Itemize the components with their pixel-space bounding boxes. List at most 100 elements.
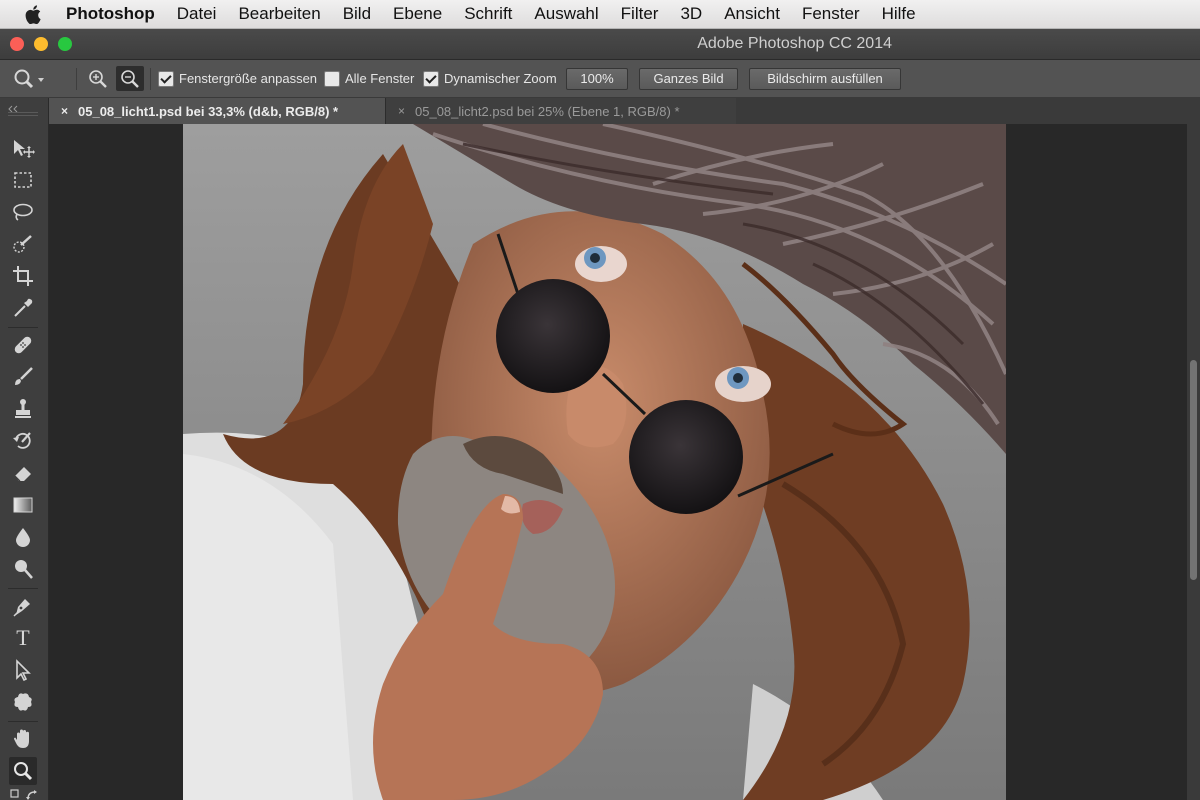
gradient-icon [13, 497, 33, 513]
tab-licht1[interactable]: × 05_08_licht1.psd bei 33,3% (d&b, RGB/8… [49, 98, 385, 124]
tool-crop[interactable] [9, 262, 37, 290]
checkmark-icon [160, 71, 172, 84]
scrubby-zoom-checkbox[interactable]: Dynamischer Zoom [423, 60, 557, 97]
clone-stamp-icon [15, 399, 31, 418]
menu-bearbeiten[interactable]: Bearbeiten [227, 0, 331, 28]
zoom-window-button[interactable] [58, 37, 72, 51]
healing-brush-icon [14, 336, 32, 354]
tool-gradient[interactable] [9, 491, 37, 519]
tool-marquee[interactable] [9, 166, 37, 194]
blur-icon [16, 528, 30, 547]
tool-hand[interactable] [9, 725, 37, 753]
fit-window-checkbox[interactable]: Fenstergröße anpassen [158, 60, 317, 97]
history-brush-icon [13, 432, 31, 449]
type-icon: T [16, 625, 30, 650]
tool-group-divider [8, 721, 38, 722]
zoom-in-icon [89, 69, 107, 88]
default-colors-swap[interactable] [10, 788, 40, 800]
tool-dodge[interactable] [9, 555, 37, 583]
move-icon [14, 140, 35, 158]
checkmark-icon [425, 71, 437, 84]
all-windows-checkbox[interactable]: Alle Fenster [324, 60, 414, 97]
zoom-in-button[interactable] [87, 60, 109, 97]
tool-brush[interactable] [9, 363, 37, 391]
tools-panel: T [0, 98, 49, 800]
hand-icon [14, 729, 29, 748]
custom-shape-icon [14, 693, 32, 711]
tool-path-selection[interactable] [9, 656, 37, 684]
tool-group-divider [8, 327, 38, 328]
tab-label: 05_08_licht1.psd bei 33,3% (d&b, RGB/8) … [78, 103, 339, 119]
tab-label: 05_08_licht2.psd bei 25% (Ebene 1, RGB/8… [415, 103, 680, 119]
crop-icon [13, 266, 33, 286]
fit-screen-button[interactable]: Ganzes Bild [639, 67, 738, 90]
tool-eyedropper[interactable] [9, 294, 37, 322]
separator [150, 68, 151, 90]
vertical-scrollbar[interactable] [1187, 124, 1200, 800]
zoom-out-button[interactable] [116, 66, 144, 91]
menu-auswahl[interactable]: Auswahl [523, 0, 609, 28]
tool-pen[interactable] [9, 592, 37, 620]
tool-move[interactable] [9, 134, 37, 162]
portrait-photo-image [183, 124, 1006, 800]
menu-fenster[interactable]: Fenster [791, 0, 871, 28]
tab-licht2[interactable]: × 05_08_licht2.psd bei 25% (Ebene 1, RGB… [385, 98, 736, 124]
menu-datei[interactable]: Datei [166, 0, 228, 28]
tool-history-brush[interactable] [9, 427, 37, 455]
menu-ansicht[interactable]: Ansicht [713, 0, 791, 28]
tool-clone-stamp[interactable] [9, 395, 37, 423]
menu-bild[interactable]: Bild [332, 0, 382, 28]
canvas-photo[interactable] [183, 124, 1006, 800]
scrubby-zoom-label: Dynamischer Zoom [444, 71, 557, 86]
tool-preset-picker[interactable] [12, 60, 46, 97]
menu-ebene[interactable]: Ebene [382, 0, 453, 28]
brush-icon [15, 367, 33, 385]
zoom-icon [14, 762, 33, 781]
menu-app-photoshop[interactable]: Photoshop [66, 0, 166, 28]
tool-healing-brush[interactable] [9, 331, 37, 359]
tool-custom-shape[interactable] [9, 688, 37, 716]
scrollbar-thumb[interactable] [1190, 360, 1197, 580]
dodge-icon [15, 560, 33, 579]
eyedropper-icon [14, 298, 33, 317]
fill-screen-button[interactable]: Bildschirm ausfüllen [749, 67, 901, 90]
panel-grip[interactable] [8, 112, 38, 116]
swap-colors-icon [10, 789, 37, 800]
tool-lasso[interactable] [9, 198, 37, 226]
menu-schrift[interactable]: Schrift [453, 0, 523, 28]
checkbox-box[interactable] [324, 70, 340, 87]
apple-menu[interactable] [0, 4, 66, 24]
all-windows-label: Alle Fenster [345, 71, 415, 86]
window-titlebar: Adobe Photoshop CC 2014 [0, 29, 1200, 60]
menu-hilfe[interactable]: Hilfe [871, 0, 927, 28]
menu-filter[interactable]: Filter [610, 0, 670, 28]
tool-blur[interactable] [9, 523, 37, 551]
path-selection-icon [16, 659, 31, 681]
tool-options-bar: Fenstergröße anpassen Alle Fenster Dynam… [0, 60, 1200, 98]
zoom-tool-preset-icon [14, 69, 44, 88]
close-tab-icon[interactable]: × [61, 104, 68, 118]
menu-bar: Photoshop Datei Bearbeiten Bild Ebene Sc… [0, 0, 1200, 29]
eraser-icon [14, 467, 31, 482]
close-window-button[interactable] [10, 37, 24, 51]
checkbox-box[interactable] [423, 70, 439, 87]
menu-3d[interactable]: 3D [669, 0, 713, 28]
apple-icon [25, 4, 41, 24]
separator [76, 68, 77, 90]
quick-selection-icon [13, 235, 32, 253]
zoom-out-icon [121, 69, 139, 88]
tool-quick-selection[interactable] [9, 230, 37, 258]
close-tab-icon[interactable]: × [398, 104, 405, 118]
tool-group-divider [8, 588, 38, 589]
window-title: Adobe Photoshop CC 2014 [697, 35, 892, 52]
zoom-100-button[interactable]: 100% [566, 67, 628, 90]
tool-eraser[interactable] [9, 459, 37, 487]
tool-zoom[interactable] [9, 757, 37, 785]
checkbox-box[interactable] [158, 70, 174, 87]
panel-collapse-handle[interactable] [8, 100, 38, 113]
minimize-window-button[interactable] [34, 37, 48, 51]
marquee-icon [14, 172, 32, 188]
lasso-icon [13, 203, 33, 221]
document-tab-bar: × 05_08_licht1.psd bei 33,3% (d&b, RGB/8… [0, 98, 1200, 124]
tool-type[interactable]: T [9, 624, 37, 652]
